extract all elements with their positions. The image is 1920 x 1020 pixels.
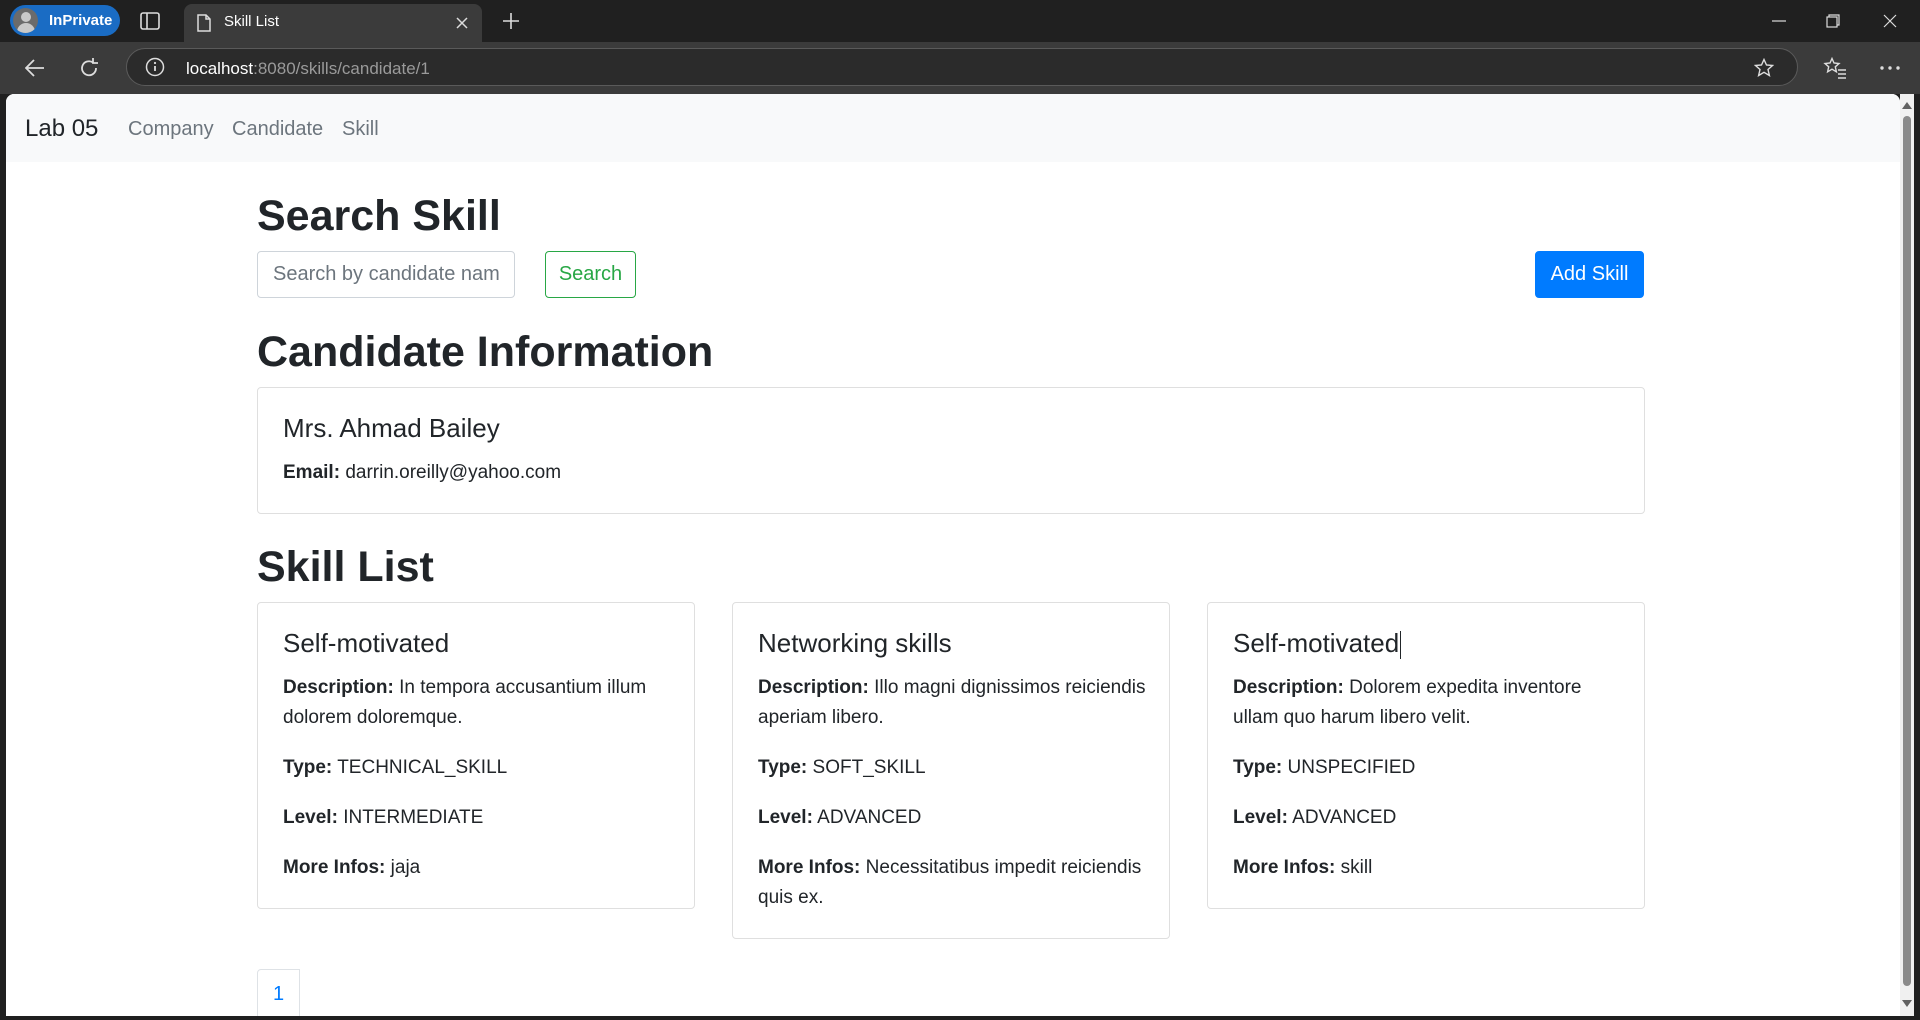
search-skill-heading: Search Skill <box>257 192 501 240</box>
url-text: localhost:8080/skills/candidate/1 <box>186 59 430 79</box>
skill-type: Type: UNSPECIFIED <box>1233 753 1628 783</box>
url-path: :8080/skills/candidate/1 <box>253 59 430 78</box>
candidate-email: Email: darrin.oreilly@yahoo.com <box>283 458 1283 488</box>
skill-more-infos: More Infos: jaja <box>283 853 678 883</box>
level-label: Level: <box>1233 807 1288 828</box>
tab-title: Skill List <box>224 13 280 30</box>
type-value: SOFT_SKILL <box>812 757 926 778</box>
description-label: Description: <box>283 677 394 698</box>
skill-description: Description: Dolorem expedita inventore … <box>1233 673 1628 733</box>
page-scrollbar[interactable] <box>1900 94 1914 1016</box>
profile-label: InPrivate <box>49 12 113 29</box>
browser-toolbar: localhost:8080/skills/candidate/1 <box>0 42 1920 94</box>
level-label: Level: <box>283 807 338 828</box>
close-tab-icon[interactable] <box>454 15 470 31</box>
description-label: Description: <box>758 677 869 698</box>
more-infos-label: More Infos: <box>758 857 861 878</box>
tab-skill-list[interactable]: Skill List <box>184 4 482 42</box>
navbar-brand[interactable]: Lab 05 <box>25 115 98 143</box>
tab-actions-icon[interactable] <box>138 10 162 32</box>
reload-icon[interactable] <box>76 55 102 81</box>
type-value: UNSPECIFIED <box>1287 757 1416 778</box>
favorite-star-icon[interactable] <box>1753 57 1775 79</box>
skill-level: Level: INTERMEDIATE <box>283 803 678 833</box>
level-value: ADVANCED <box>1292 807 1397 828</box>
skill-card: Self-motivated Description: In tempora a… <box>257 602 695 909</box>
scrollbar-thumb[interactable] <box>1903 116 1911 986</box>
skill-more-infos: More Infos: skill <box>1233 853 1628 883</box>
favorites-icon[interactable] <box>1822 55 1848 81</box>
skill-name-text: Self-motivated <box>1233 628 1400 658</box>
search-button[interactable]: Search <box>545 251 636 298</box>
address-bar[interactable]: localhost:8080/skills/candidate/1 <box>126 48 1798 86</box>
minimize-icon[interactable] <box>1768 10 1790 32</box>
restore-icon[interactable] <box>1822 10 1844 32</box>
inprivate-profile-button[interactable]: InPrivate <box>10 5 120 36</box>
skill-more-infos: More Infos: Necessitatibus impedit reici… <box>758 853 1153 913</box>
page-viewport: Lab 05 Company Candidate Skill Search Sk… <box>6 94 1900 1016</box>
candidate-info-heading: Candidate Information <box>257 328 714 376</box>
email-label: Email: <box>283 462 341 483</box>
nav-link-company[interactable]: Company <box>128 118 214 141</box>
url-host: localhost <box>186 59 254 78</box>
back-arrow-icon[interactable] <box>22 55 48 81</box>
new-tab-icon[interactable] <box>499 9 523 33</box>
level-value: INTERMEDIATE <box>343 807 484 828</box>
skill-description: Description: In tempora accusantium illu… <box>283 673 678 733</box>
navbar: Lab 05 Company Candidate Skill <box>6 94 1900 162</box>
more-infos-label: More Infos: <box>283 857 386 878</box>
description-label: Description: <box>1233 677 1344 698</box>
text-caret <box>1400 631 1402 660</box>
page-icon <box>196 14 212 32</box>
candidate-name: Mrs. Ahmad Bailey <box>283 413 500 443</box>
profile-avatar-icon <box>13 8 38 33</box>
search-input[interactable] <box>257 251 515 298</box>
nav-link-candidate[interactable]: Candidate <box>232 118 323 141</box>
type-value: TECHNICAL_SKILL <box>337 757 508 778</box>
level-value: ADVANCED <box>817 807 922 828</box>
close-window-icon[interactable] <box>1879 10 1901 32</box>
skill-level: Level: ADVANCED <box>758 803 1153 833</box>
skill-level: Level: ADVANCED <box>1233 803 1628 833</box>
add-skill-button[interactable]: Add Skill <box>1535 251 1644 298</box>
skill-card: Networking skills Description: Illo magn… <box>732 602 1170 939</box>
more-infos-value: skill <box>1340 857 1373 878</box>
pagination-page-1[interactable]: 1 <box>257 969 300 1016</box>
skill-name: Self-motivated <box>1233 628 1402 660</box>
level-label: Level: <box>758 807 813 828</box>
type-label: Type: <box>758 757 808 778</box>
candidate-card: Mrs. Ahmad Bailey Email: darrin.oreilly@… <box>257 387 1645 514</box>
more-infos-value: jaja <box>390 857 421 878</box>
more-menu-icon[interactable] <box>1877 55 1903 81</box>
skill-type: Type: TECHNICAL_SKILL <box>283 753 678 783</box>
site-info-icon[interactable] <box>145 57 165 77</box>
scroll-up-arrow-icon[interactable] <box>1902 102 1912 109</box>
email-value: darrin.oreilly@yahoo.com <box>345 462 562 483</box>
type-label: Type: <box>1233 757 1283 778</box>
skill-description: Description: Illo magni dignissimos reic… <box>758 673 1153 733</box>
skill-name: Self-motivated <box>283 628 450 658</box>
nav-link-skill[interactable]: Skill <box>342 118 379 141</box>
type-label: Type: <box>283 757 333 778</box>
more-infos-label: More Infos: <box>1233 857 1336 878</box>
browser-tab-bar: InPrivate Skill List <box>0 0 1920 42</box>
skill-type: Type: SOFT_SKILL <box>758 753 1153 783</box>
skill-list-heading: Skill List <box>257 543 434 591</box>
skill-card: Self-motivated Description: Dolorem expe… <box>1207 602 1645 909</box>
scroll-down-arrow-icon[interactable] <box>1902 1000 1912 1007</box>
skill-name: Networking skills <box>758 628 952 658</box>
